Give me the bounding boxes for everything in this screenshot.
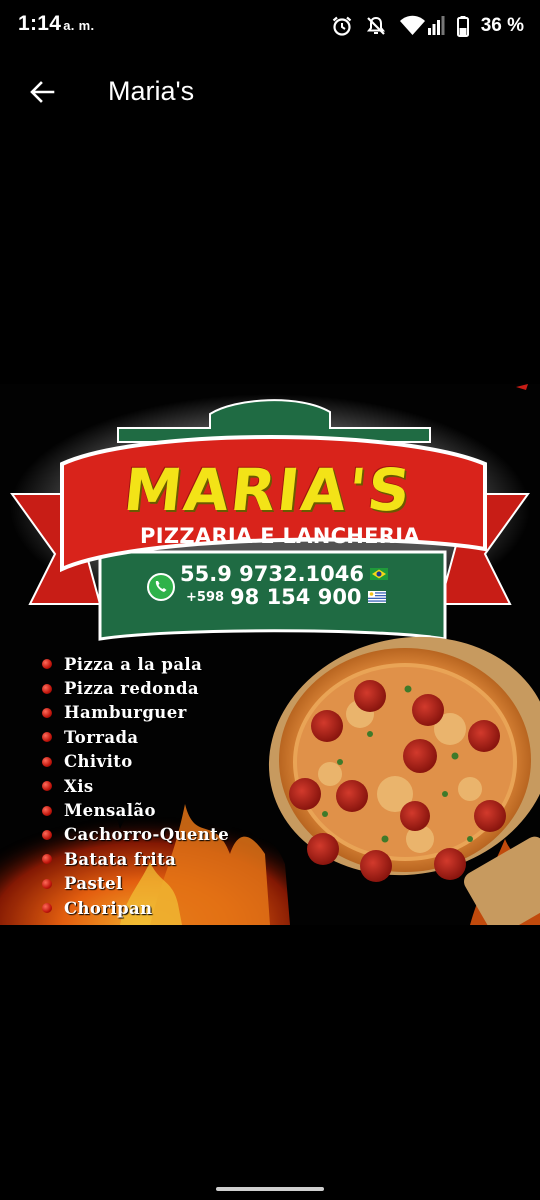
bullet-icon xyxy=(42,805,52,816)
whatsapp-icon xyxy=(147,573,175,601)
bullet-icon xyxy=(42,829,52,840)
page-title: Maria's xyxy=(108,76,195,106)
gesture-nav-handle[interactable] xyxy=(216,1187,324,1191)
bullet-icon xyxy=(42,756,52,767)
menu-item: Batata frita xyxy=(42,847,229,871)
notifications-off-icon xyxy=(366,16,385,35)
app-bar: Maria's xyxy=(0,56,540,128)
menu-item-label: Mensalão xyxy=(64,801,156,821)
menu-list: Pizza a la pala Pizza redonda Hamburguer… xyxy=(42,652,229,920)
battery-icon xyxy=(456,15,469,37)
menu-item-label: Pastel xyxy=(64,874,123,894)
menu-item-label: Hamburguer xyxy=(64,703,187,723)
menu-item-label: Pizza a la pala xyxy=(64,654,203,674)
menu-item: Pizza redonda xyxy=(42,676,229,700)
bullet-icon xyxy=(42,659,52,670)
arrow-back-icon xyxy=(30,81,55,103)
menu-item: Pizza a la pala xyxy=(42,652,229,676)
menu-item-label: Pizza redonda xyxy=(64,679,200,699)
bullet-icon xyxy=(42,781,52,792)
menu-item-label: Torrada xyxy=(64,727,139,747)
phone-brazil: 55.9 9732.1046 xyxy=(180,562,388,586)
bullet-icon xyxy=(42,732,52,743)
status-time-ampm: a. m. xyxy=(63,18,95,33)
menu-item-label: Chivito xyxy=(64,752,133,772)
menu-item-label: Batata frita xyxy=(64,849,177,869)
status-bar: 1:14 a. m. 36 % xyxy=(0,0,540,52)
menu-item: Chivito xyxy=(42,750,229,774)
status-time-value: 1:14 xyxy=(18,12,62,35)
bullet-icon xyxy=(42,878,52,889)
phone-uruguay-prefix: +598 xyxy=(186,589,225,605)
menu-item: Torrada xyxy=(42,725,229,749)
battery-percentage: 36 % xyxy=(480,15,524,36)
brand-subtitle: PIZZARIA E LANCHERIA xyxy=(140,524,420,548)
menu-item-label: Choripan xyxy=(64,898,153,918)
menu-item: Mensalão xyxy=(42,798,229,822)
bullet-icon xyxy=(42,854,52,865)
status-icons: 36 % xyxy=(331,12,524,40)
menu-item: Cachorro-Quente xyxy=(42,823,229,847)
poster-image[interactable]: MARIA'S PIZZARIA E LANCHERIA 55.9 9732.1… xyxy=(0,384,540,925)
menu-item: Xis xyxy=(42,774,229,798)
phone-brazil-number: 55.9 9732.1046 xyxy=(180,562,364,586)
brazil-flag-icon xyxy=(370,568,388,580)
bullet-icon xyxy=(42,707,52,718)
menu-item: Hamburguer xyxy=(42,701,229,725)
menu-item-label: Xis xyxy=(64,776,94,796)
brand-logo-text: MARIA'S xyxy=(120,456,416,524)
menu-item-label: Cachorro-Quente xyxy=(64,825,230,845)
phone-uruguay: +598 98 154 900 xyxy=(186,585,386,609)
back-button[interactable] xyxy=(22,72,62,112)
menu-item: Pastel xyxy=(42,872,229,896)
uruguay-flag-icon xyxy=(367,591,386,603)
bullet-icon xyxy=(42,903,52,914)
alarm-icon xyxy=(332,16,351,36)
wifi-signal-icon xyxy=(399,15,445,35)
status-time: 1:14 a. m. xyxy=(18,12,94,36)
bullet-icon xyxy=(42,683,52,694)
phone-uruguay-number: 98 154 900 xyxy=(230,585,362,609)
menu-item: Choripan xyxy=(42,896,229,920)
